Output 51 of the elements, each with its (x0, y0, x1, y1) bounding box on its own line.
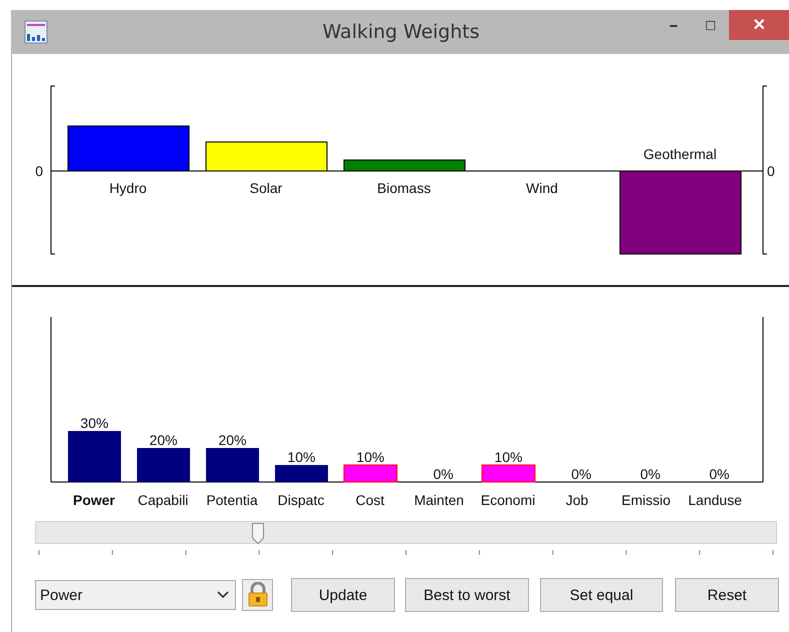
category-label: Potentia (206, 492, 258, 508)
bar-label: Biomass (377, 180, 431, 196)
value-label: 10 (356, 449, 372, 465)
axis-label: 0 (35, 163, 43, 179)
category-label: Dispatc (278, 492, 324, 508)
value-label: 20 (218, 432, 234, 448)
value-label: 0 (433, 466, 441, 482)
category-label: Cost (356, 492, 384, 508)
category-label: Landuse (688, 492, 742, 508)
percent-sign: % (96, 415, 108, 431)
action-button[interactable]: Best to worst (405, 578, 529, 612)
criterion-dropdown[interactable]: Power (35, 580, 236, 610)
percent-sign: % (441, 466, 454, 482)
bar-label: Geothermal (643, 146, 717, 162)
close-button[interactable]: ✕ (729, 10, 789, 40)
percent-sign: % (372, 449, 384, 465)
axis-label: 0 (767, 163, 775, 179)
value-label: 30 (80, 415, 96, 431)
lock-button[interactable] (242, 579, 273, 611)
category-label: Capabili (138, 492, 188, 508)
percent-sign: % (234, 432, 246, 448)
value-label: 0 (640, 466, 648, 482)
window-title: Walking Weights (321, 21, 480, 43)
category-label: Power (73, 492, 115, 508)
chart-icon (24, 20, 48, 44)
maximize-button[interactable]: □ (692, 10, 729, 40)
action-button[interactable]: Update (291, 578, 395, 612)
value-label: 10 (287, 449, 303, 465)
percent-sign: % (165, 432, 178, 448)
percent-sign: % (303, 449, 316, 465)
padlock-icon (246, 582, 268, 608)
category-label: Job (566, 492, 588, 508)
minimize-button[interactable]: – (655, 10, 692, 40)
value-label: 20 (149, 432, 165, 448)
bar-label: Solar (250, 180, 282, 196)
percent-sign: % (648, 466, 660, 482)
category-label: Economi (480, 492, 536, 508)
percent-sign: % (510, 449, 522, 465)
bar-label: Hydro (109, 180, 147, 196)
percent-sign: % (717, 466, 730, 482)
action-button[interactable]: Reset (675, 578, 779, 612)
slider-handle[interactable] (252, 523, 264, 544)
action-button[interactable]: Set equal (540, 578, 663, 612)
percent-sign: % (579, 466, 592, 482)
category-label: Mainten (414, 492, 464, 508)
category-label: Emissio (622, 492, 670, 508)
value-label: 10 (494, 449, 510, 465)
chevron-down-icon (217, 591, 229, 599)
bar-label: Wind (526, 180, 558, 196)
value-label: 0 (571, 466, 579, 482)
value-label: 0 (709, 466, 717, 482)
